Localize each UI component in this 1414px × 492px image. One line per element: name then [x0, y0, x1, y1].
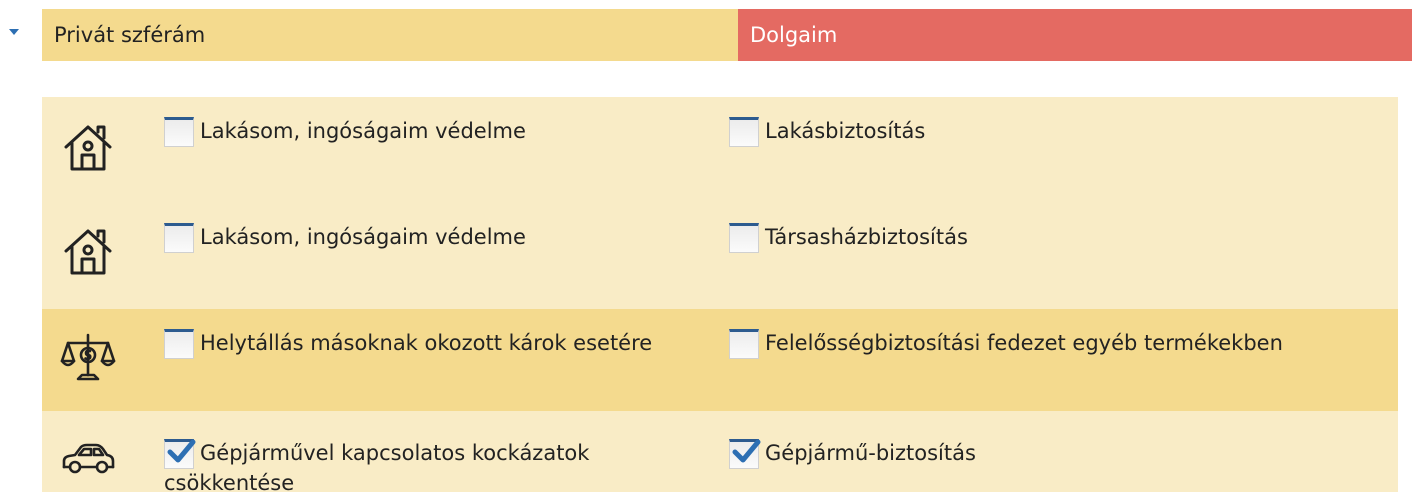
product-checkbox[interactable]	[729, 329, 759, 359]
product-item: Felelősségbiztosítási fedezet egyéb term…	[729, 329, 1389, 359]
list-item: Helytállás másoknak okozott károk esetér…	[42, 309, 1398, 411]
need-item: Helytállás másoknak okozott károk esetér…	[164, 329, 724, 359]
product-checkbox[interactable]	[729, 117, 759, 147]
need-checkbox[interactable]	[164, 439, 196, 469]
checkmark-icon	[732, 439, 761, 463]
need-label: Helytállás másoknak okozott károk esetér…	[200, 331, 653, 355]
collapse-toggle-icon[interactable]	[9, 29, 19, 35]
needs-list: Lakásom, ingóságaim védelme Lakásbiztosí…	[42, 97, 1398, 492]
car-icon	[60, 437, 116, 481]
product-label: Felelősségbiztosítási fedezet egyéb term…	[765, 331, 1283, 355]
section-header: Privát szférám Dolgaim	[42, 9, 1412, 61]
need-label: Lakásom, ingóságaim védelme	[200, 225, 526, 249]
product-label: Lakásbiztosítás	[765, 119, 926, 143]
product-label: Társasházbiztosítás	[765, 225, 968, 249]
need-item: Gépjárművel kapcsolatos kockázatok csökk…	[164, 439, 724, 492]
scales-icon	[60, 329, 116, 385]
product-checkbox[interactable]	[729, 439, 761, 469]
house-icon	[60, 119, 116, 175]
list-item: Lakásom, ingóságaim védelme Lakásbiztosí…	[42, 97, 1398, 203]
need-checkbox[interactable]	[164, 329, 194, 359]
need-item: Lakásom, ingóságaim védelme	[164, 223, 724, 253]
product-item: Társasházbiztosítás	[729, 223, 1389, 253]
need-item: Lakásom, ingóságaim védelme	[164, 117, 724, 147]
house-icon	[60, 223, 116, 279]
header-private-sphere: Privát szférám	[42, 9, 738, 61]
product-checkbox[interactable]	[729, 223, 759, 253]
checkmark-icon	[167, 439, 196, 463]
need-checkbox[interactable]	[164, 223, 194, 253]
product-label: Gépjármű-biztosítás	[765, 441, 976, 465]
header-my-things: Dolgaim	[738, 9, 1412, 61]
need-label: Lakásom, ingóságaim védelme	[200, 119, 526, 143]
product-item: Lakásbiztosítás	[729, 117, 1389, 147]
need-label: Gépjárművel kapcsolatos kockázatok csökk…	[164, 441, 590, 492]
need-checkbox[interactable]	[164, 117, 194, 147]
list-item: Gépjárművel kapcsolatos kockázatok csökk…	[42, 411, 1398, 492]
product-item: Gépjármű-biztosítás	[729, 439, 1389, 469]
insurance-needs-panel: Privát szférám Dolgaim Lakásom, ingósága…	[0, 0, 1414, 492]
list-item: Lakásom, ingóságaim védelme Társasházbiz…	[42, 203, 1398, 309]
